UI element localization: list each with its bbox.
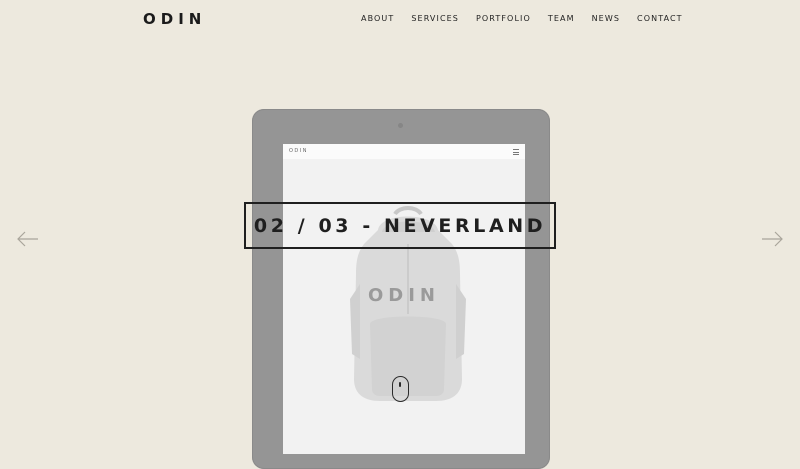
screen-header: ODIN [283,144,525,159]
screen-logo: ODIN [289,148,309,154]
nav-about[interactable]: ABOUT [361,14,394,23]
slide-title: 02 / 03 - NEVERLAND [244,202,556,249]
nav-team[interactable]: TEAM [548,14,575,23]
arrow-left-icon[interactable] [17,230,39,248]
tablet-screen: ODIN ODIN [283,144,525,454]
nav-contact[interactable]: CONTACT [637,14,683,23]
nav-services[interactable]: SERVICES [411,14,459,23]
screen-brand-title: ODIN [367,285,440,306]
mouse-scroll-icon[interactable] [392,376,409,402]
tablet-mockup: ODIN ODIN [252,109,550,469]
hamburger-menu-icon [513,149,519,155]
main-nav: ABOUT SERVICES PORTFOLIO TEAM NEWS CONTA… [361,14,683,23]
site-logo[interactable]: ODIN [143,10,206,28]
nav-portfolio[interactable]: PORTFOLIO [476,14,531,23]
arrow-right-icon[interactable] [761,230,783,248]
tablet-camera [398,123,403,128]
nav-news[interactable]: NEWS [592,14,620,23]
site-header: ODIN ABOUT SERVICES PORTFOLIO TEAM NEWS … [0,0,800,40]
